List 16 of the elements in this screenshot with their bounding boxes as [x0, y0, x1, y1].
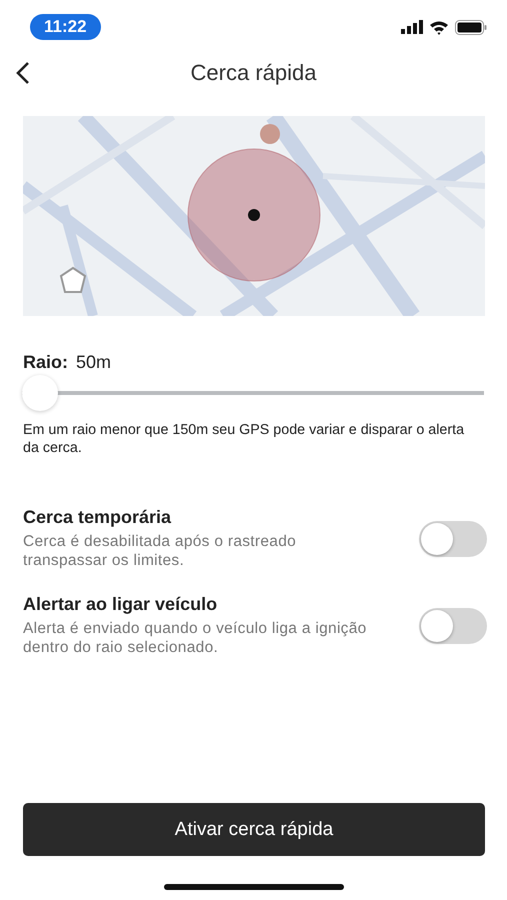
toggle-switch[interactable] [419, 608, 487, 644]
option-title: Cerca temporária [23, 507, 172, 528]
slider-thumb[interactable] [22, 375, 58, 411]
screen-title: Cerca rápida [190, 60, 316, 85]
signal-icon [401, 20, 423, 34]
battery-icon [455, 20, 487, 34]
option-description: Alerta é enviado quando o veículo liga a ignição dentro do raio selecionado. [23, 619, 368, 657]
status-time: 11:22 [30, 14, 101, 40]
radius-value: 50m [76, 352, 112, 373]
option-description: Cerca é desabilitada após o rastreado transpassar os limites. [23, 532, 298, 570]
option-title: Alertar ao ligar veículo [23, 594, 218, 615]
wifi-icon [429, 20, 449, 34]
radius-label: Raio: [23, 352, 68, 373]
radius-note: Em um raio menor que 150m seu GPS pode variar e disparar o alerta da cerca. [23, 421, 466, 457]
activate-button[interactable]: Ativar cerca rápida [23, 803, 485, 856]
toggle-switch[interactable] [419, 520, 487, 556]
